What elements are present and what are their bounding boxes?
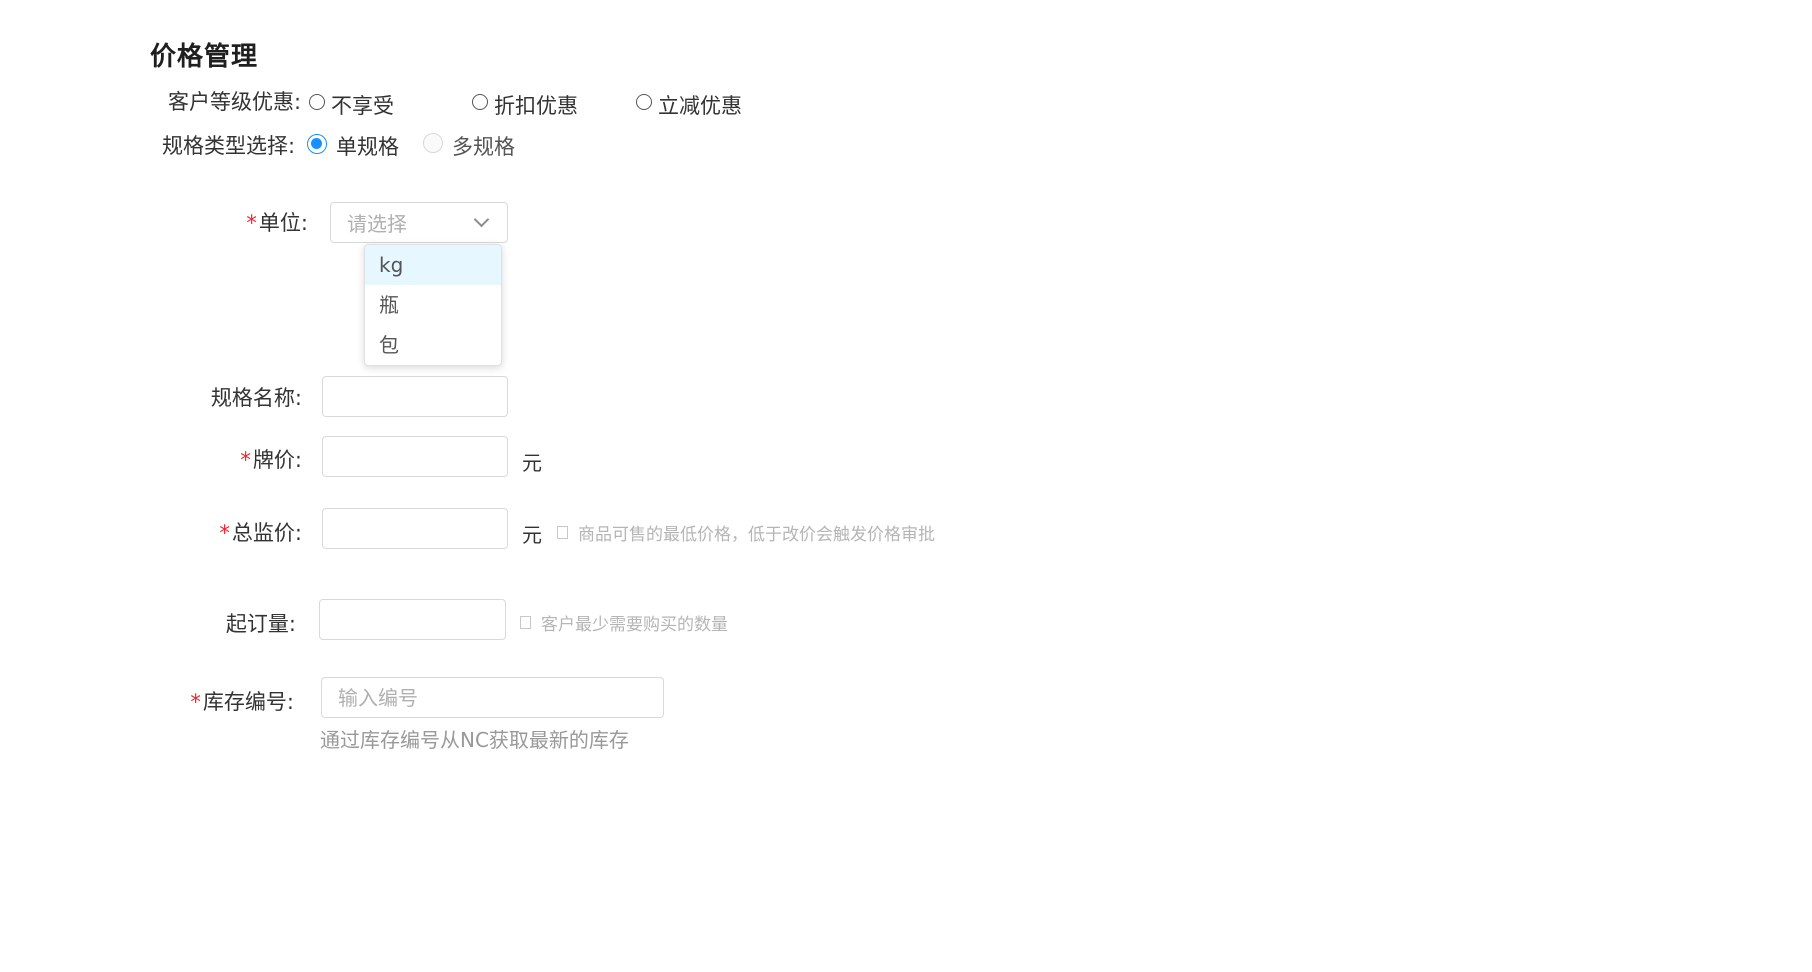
list-price-label: *牌价: bbox=[240, 448, 302, 472]
radio-label: 立减优惠 bbox=[658, 94, 742, 118]
info-icon bbox=[520, 616, 531, 629]
radio-circle-icon bbox=[472, 94, 488, 110]
radio-label: 折扣优惠 bbox=[494, 94, 578, 118]
list-price-input[interactable] bbox=[322, 436, 508, 477]
unit-label: *单位: bbox=[246, 211, 308, 235]
unit-dropdown-menu: kg 瓶 包 bbox=[364, 244, 502, 366]
min-price-input[interactable] bbox=[322, 508, 508, 549]
radio-instant-reduction[interactable]: 立减优惠 bbox=[636, 90, 742, 120]
radio-checked-icon bbox=[307, 134, 327, 154]
min-order-hint: 客户最少需要购买的数量 bbox=[520, 610, 728, 635]
unit-option-pack[interactable]: 包 bbox=[365, 325, 501, 365]
min-price-unit: 元 bbox=[522, 523, 542, 547]
unit-option-bottle[interactable]: 瓶 bbox=[365, 285, 501, 325]
min-price-label: *总监价: bbox=[219, 521, 302, 545]
radio-circle-icon bbox=[636, 94, 652, 110]
required-mark: * bbox=[240, 448, 251, 472]
page-title: 价格管理 bbox=[150, 42, 259, 72]
radio-no-discount[interactable]: 不享受 bbox=[309, 90, 394, 120]
radio-circle-icon bbox=[309, 94, 325, 110]
min-order-input[interactable] bbox=[319, 599, 506, 640]
radio-disabled-icon bbox=[423, 133, 443, 153]
required-mark: * bbox=[219, 521, 230, 545]
unit-select-placeholder: 请选择 bbox=[347, 212, 407, 236]
radio-discount[interactable]: 折扣优惠 bbox=[472, 90, 578, 120]
radio-label: 多规格 bbox=[452, 135, 515, 159]
stock-code-label: *库存编号: bbox=[190, 690, 294, 714]
required-mark: * bbox=[190, 690, 201, 714]
radio-single-spec[interactable]: 单规格 bbox=[307, 131, 399, 161]
unit-select[interactable]: 请选择 bbox=[330, 202, 508, 243]
required-mark: * bbox=[246, 211, 257, 235]
min-price-hint: 商品可售的最低价格，低于改价会触发价格审批 bbox=[557, 520, 935, 545]
radio-multi-spec[interactable]: 多规格 bbox=[423, 131, 515, 161]
radio-label: 单规格 bbox=[336, 135, 399, 159]
info-icon bbox=[557, 526, 568, 539]
spec-type-label: 规格类型选择: bbox=[162, 134, 296, 158]
spec-name-input[interactable] bbox=[322, 376, 508, 417]
chevron-down-icon bbox=[473, 211, 490, 228]
stock-code-input[interactable] bbox=[321, 677, 664, 718]
stock-code-help: 通过库存编号从NC获取最新的库存 bbox=[320, 728, 629, 752]
radio-label: 不享受 bbox=[331, 94, 394, 118]
price-management-form: 价格管理 客户等级优惠: 不享受 折扣优惠 立减优惠 规格类型选择: 单规格 多… bbox=[0, 0, 1812, 972]
spec-name-label: 规格名称: bbox=[210, 386, 302, 410]
unit-option-kg[interactable]: kg bbox=[365, 245, 501, 285]
customer-level-label: 客户等级优惠: bbox=[168, 90, 302, 114]
list-price-unit: 元 bbox=[522, 451, 542, 475]
min-order-label: 起订量: bbox=[225, 612, 296, 636]
